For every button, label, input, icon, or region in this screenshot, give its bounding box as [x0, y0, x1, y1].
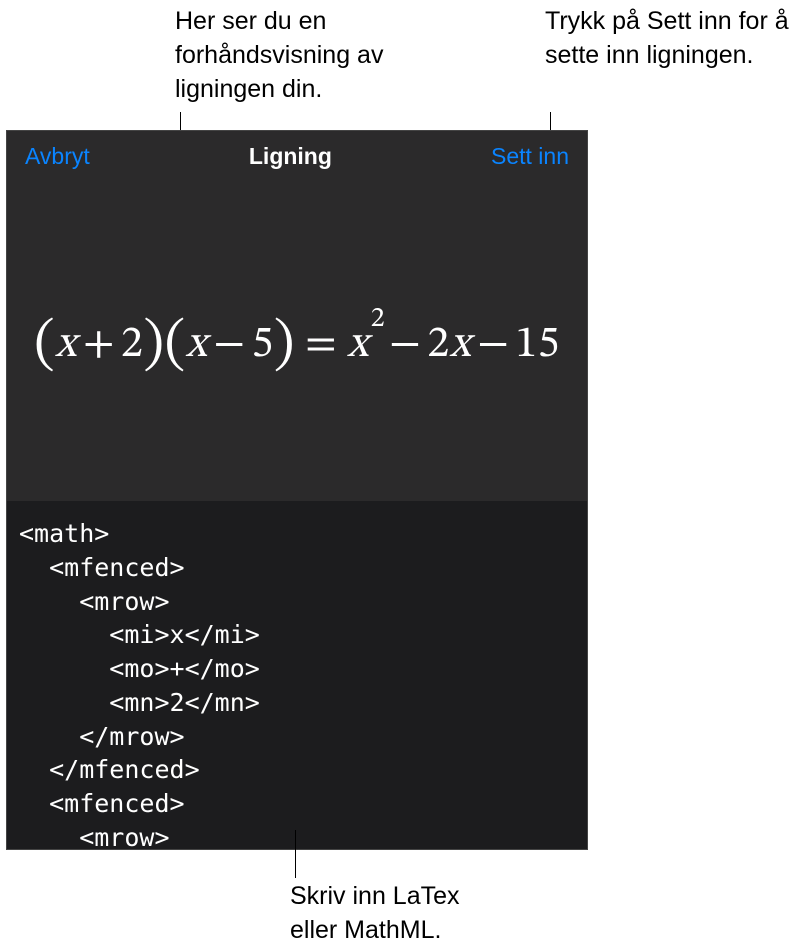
rhs-t2-coef: 2	[427, 323, 449, 367]
cancel-button[interactable]: Avbryt	[25, 143, 90, 170]
lhs-a-num: 2	[121, 323, 143, 367]
lhs-b-var: x	[186, 323, 208, 367]
rhs-t3: 15	[515, 323, 560, 367]
lparen2-icon: (	[165, 316, 186, 374]
lhs-a-op: +	[77, 323, 121, 367]
equation-preview: (x+2)(x−5)=x2−2x−15	[7, 181, 587, 501]
callout-code-line	[295, 830, 296, 878]
code-input[interactable]: <math> <mfenced> <mrow> <mi>x</mi> <mo>+…	[7, 501, 587, 850]
equation-editor-window: Avbryt Ligning Sett inn (x+2)(x−5)=x2−2x…	[6, 130, 588, 850]
nav-bar: Avbryt Ligning Sett inn	[7, 131, 587, 181]
rhs-op2: −	[471, 323, 515, 367]
equals-op: =	[295, 323, 347, 367]
lparen-icon: (	[34, 316, 55, 374]
insert-button[interactable]: Sett inn	[491, 143, 569, 170]
equation-display: (x+2)(x−5)=x2−2x−15	[34, 305, 560, 378]
rhs-op1: −	[383, 323, 427, 367]
rparen2-icon: )	[274, 316, 295, 374]
page-title: Ligning	[249, 143, 332, 170]
rhs-t1-var: x	[347, 323, 369, 367]
lhs-b-num: 5	[252, 323, 274, 367]
lhs-b-op: −	[207, 323, 251, 367]
lhs-a-var: x	[55, 323, 77, 367]
callout-code-text: Skriv inn LaTex eller MathML.	[290, 880, 510, 948]
callout-insert-text: Trykk på Sett inn for å sette inn lignin…	[545, 5, 795, 73]
rhs-t2-var: x	[450, 323, 472, 367]
rparen-icon: )	[143, 316, 164, 374]
rhs-t1-exp: 2	[371, 305, 385, 333]
callout-preview-text: Her ser du en forhåndsvisning av ligning…	[175, 5, 435, 106]
